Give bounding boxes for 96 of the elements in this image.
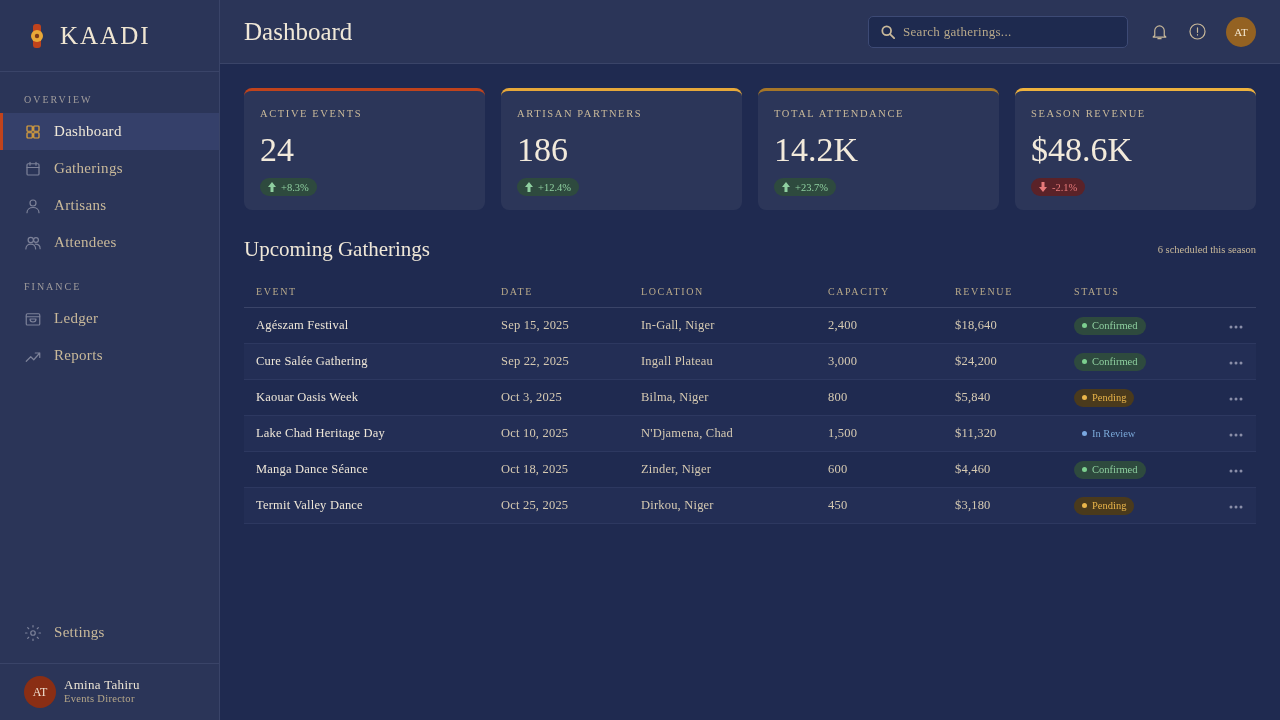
nav-item[interactable]: Settings <box>0 614 219 651</box>
trend-value: +12.4% <box>538 181 572 193</box>
revenue-cell-text: $5,840 <box>954 390 992 405</box>
status-dot-icon <box>1082 431 1087 436</box>
stat-label: ACTIVE EVENTS <box>260 107 363 120</box>
alert-icon[interactable] <box>1188 22 1207 41</box>
more-icon[interactable] <box>1229 325 1243 329</box>
event-cell-text: Manga Dance Séance <box>255 462 369 477</box>
location-cell-text: Dirkou, Niger <box>640 498 715 513</box>
revenue-cell-text: $3,180 <box>954 498 992 513</box>
capacity-cell-text: 3,000 <box>827 354 859 369</box>
person-icon <box>24 196 42 215</box>
nav-item[interactable]: Attendees <box>0 224 219 261</box>
status-dot-icon <box>1082 467 1087 472</box>
user-avatar[interactable]: AT <box>1226 16 1256 47</box>
stat-value: 186 <box>517 130 568 170</box>
revenue-cell-text: $11,320 <box>954 426 998 441</box>
capacity-cell-text: 800 <box>827 390 849 405</box>
status-text: Confirmed <box>1092 356 1138 367</box>
logo-icon <box>28 23 46 48</box>
location-cell-text: Zinder, Niger <box>640 462 713 477</box>
stat-value: 24 <box>260 130 294 170</box>
status-dot-icon <box>1082 503 1087 508</box>
capacity-cell-text: 2,400 <box>827 318 859 333</box>
nav-item[interactable]: Reports <box>0 337 219 374</box>
trend-value: -2.1% <box>1052 181 1078 193</box>
nav-item[interactable]: Gatherings <box>0 150 219 187</box>
calendar-icon <box>24 159 42 178</box>
trend-value: +23.7% <box>795 181 829 193</box>
arrow-down-icon <box>1039 182 1047 192</box>
status-text: Confirmed <box>1092 464 1138 475</box>
revenue-cell-text: $18,640 <box>954 318 999 333</box>
date-cell-text: Oct 10, 2025 <box>500 426 570 441</box>
stat-label: SEASON REVENUE <box>1031 107 1146 120</box>
settings-icon <box>24 623 42 642</box>
section-title: OVERVIEW <box>23 93 94 107</box>
status-text: Confirmed <box>1092 320 1138 331</box>
stat-label: TOTAL ATTENDANCE <box>774 107 905 120</box>
trend-value: +8.3% <box>281 181 309 193</box>
column-header: DATE <box>500 286 534 297</box>
search-field[interactable]: Search gatherings... <box>868 15 1128 48</box>
section-title: FINANCE <box>23 280 83 294</box>
event-cell-text: Agészam Festival <box>255 318 350 333</box>
status-dot-icon <box>1082 359 1087 364</box>
capacity-cell-text: 450 <box>827 498 849 513</box>
schedule-note: 6 scheduled this season <box>1157 243 1256 255</box>
section-heading: Upcoming Gatherings <box>244 236 431 262</box>
more-icon[interactable] <box>1229 433 1243 437</box>
column-header: CAPACITY <box>827 286 891 297</box>
capacity-cell-text: 600 <box>827 462 849 477</box>
brand-name: KAADI <box>60 21 151 50</box>
more-icon[interactable] <box>1229 505 1243 509</box>
user-avatar[interactable]: AT <box>24 676 56 708</box>
column-header: LOCATION <box>640 286 705 297</box>
bell-icon[interactable] <box>1150 22 1169 41</box>
capacity-cell-text: 1,500 <box>827 426 859 441</box>
location-cell-text: In-Gall, Niger <box>640 318 716 333</box>
nav-item[interactable]: Artisans <box>0 187 219 224</box>
event-cell-text: Termit Valley Dance <box>255 498 364 513</box>
stat-label: ARTISAN PARTNERS <box>517 107 643 120</box>
location-cell-text: Bilma, Niger <box>640 390 710 405</box>
grid-icon <box>24 122 42 141</box>
event-cell-text: Cure Salée Gathering <box>255 354 369 369</box>
status-text: In Review <box>1092 428 1136 439</box>
revenue-cell-text: $24,200 <box>954 354 999 369</box>
location-cell-text: N'Djamena, Chad <box>640 426 735 441</box>
nav-item[interactable]: Ledger <box>0 300 219 337</box>
column-header: REVENUE <box>954 286 1014 297</box>
search-icon <box>881 24 895 39</box>
arrow-up-icon <box>782 182 790 192</box>
status-dot-icon <box>1082 395 1087 400</box>
arrow-up-icon <box>268 182 276 192</box>
user-name: Amina Tahiru <box>64 678 140 692</box>
date-cell-text: Sep 15, 2025 <box>500 318 571 333</box>
date-cell-text: Oct 25, 2025 <box>500 498 570 513</box>
page-title: Dashboard <box>244 17 353 46</box>
column-header: EVENT <box>255 286 298 297</box>
revenue-cell-text: $4,460 <box>954 462 992 477</box>
more-icon[interactable] <box>1229 361 1243 365</box>
more-icon[interactable] <box>1229 469 1243 473</box>
event-cell-text: Kaouar Oasis Week <box>255 390 360 405</box>
location-cell-text: Ingall Plateau <box>640 354 714 369</box>
stat-value: $48.6K <box>1031 130 1133 170</box>
event-cell-text: Lake Chad Heritage Day <box>255 426 386 441</box>
date-cell-text: Oct 18, 2025 <box>500 462 570 477</box>
user-role: Events Director <box>64 692 135 706</box>
nav-item[interactable]: Dashboard <box>0 113 219 150</box>
column-header: STATUS <box>1073 286 1121 297</box>
status-dot-icon <box>1082 323 1087 328</box>
status-text: Pending <box>1092 392 1127 403</box>
arrow-up-icon <box>525 182 533 192</box>
more-icon[interactable] <box>1229 397 1243 401</box>
date-cell-text: Sep 22, 2025 <box>500 354 571 369</box>
status-text: Pending <box>1092 500 1127 511</box>
date-cell-text: Oct 3, 2025 <box>500 390 563 405</box>
stat-value: 14.2K <box>774 130 859 170</box>
